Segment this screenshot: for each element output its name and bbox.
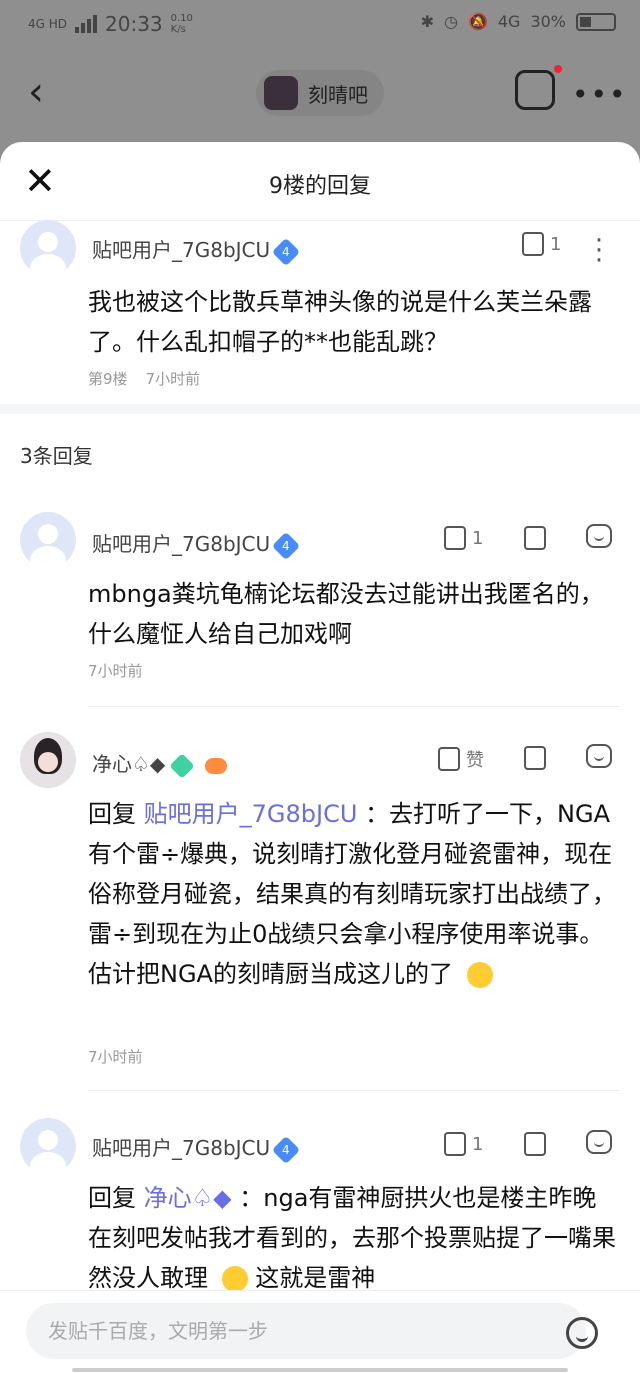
comment-icon xyxy=(586,524,612,548)
thumb-down-icon xyxy=(524,746,546,770)
mute-icon: 🔕 xyxy=(467,12,488,31)
post-meta: 第9楼 7小时前 xyxy=(88,368,200,389)
post-content: 我也被这个比散兵草神头像的说是什么芙兰朵露了。什么乱扣帽子的**也能乱跳？ xyxy=(88,288,592,356)
thumb-up-icon xyxy=(444,1132,466,1156)
sheet-header: ✕ 9楼的回复 xyxy=(0,142,640,221)
chevron-left-icon: ‹ xyxy=(28,69,44,115)
like-count: 1 xyxy=(472,1133,484,1155)
compose-button[interactable] xyxy=(515,65,562,110)
dislike-button[interactable] xyxy=(524,746,546,770)
section-divider xyxy=(0,404,640,414)
thumb-down-icon xyxy=(524,526,546,550)
reply-target-link[interactable]: 贴吧用户_7G8bJCU xyxy=(144,800,358,828)
reply-content: 回复 净心♤◆ ：nga有雷神厨拱火也是楼主昨晚在刻吧发帖我才看到的，去那个投票… xyxy=(88,1178,618,1298)
gem-icon xyxy=(169,752,196,779)
reply-text: ：去打听了一下，NGA有个雷÷爆典，说刻晴打激化登月碰瓷雷神，现在俗称登月碰瓷，… xyxy=(88,800,616,988)
avatar[interactable] xyxy=(20,732,76,788)
forum-name: 刻晴吧 xyxy=(308,82,368,107)
reply-prefix: 回复 xyxy=(88,800,136,828)
home-indicator xyxy=(72,1368,568,1372)
dislike-button[interactable] xyxy=(524,526,546,550)
username-text: 贴吧用户_7G8bJCU xyxy=(92,1136,271,1160)
comment-icon xyxy=(586,1130,612,1154)
comment-input[interactable]: 发贴千百度，文明第一步 xyxy=(26,1303,586,1359)
level-text: 4 xyxy=(282,1142,290,1157)
floor-label: 第9楼 xyxy=(88,370,128,388)
reply-content: mbnga粪坑龟楠论坛都没去过能讲出我匿名的，什么魔怔人给自己加戏啊 xyxy=(88,580,604,648)
level-badge: 4 xyxy=(272,237,301,266)
more-button[interactable]: ••• xyxy=(572,78,628,111)
level-badge: 4 xyxy=(272,1135,301,1164)
username-text: 贴吧用户_7G8bJCU xyxy=(92,238,271,262)
thumb-up-icon xyxy=(438,747,460,771)
divider xyxy=(88,1090,620,1091)
username-text: 净心♤◆ xyxy=(92,752,166,776)
sheet-title: 9楼的回复 xyxy=(269,174,371,199)
reply-time: 7小时前 xyxy=(88,1048,143,1066)
avatar[interactable] xyxy=(20,1118,76,1174)
thumb-down-icon xyxy=(524,1132,546,1156)
speed-label: 0.10 K/s xyxy=(170,13,193,35)
emoji-icon xyxy=(466,962,493,988)
level-badge: 4 xyxy=(272,531,301,560)
reply-prefix: 回复 xyxy=(88,1184,136,1212)
network-type: 4G xyxy=(497,12,521,31)
more-vertical-icon[interactable]: · · · xyxy=(594,228,604,274)
level-text: 4 xyxy=(282,244,290,259)
divider xyxy=(88,706,620,707)
replies-count: 3条回复 xyxy=(20,444,93,468)
username[interactable]: 贴吧用户_7G8bJCU 4 xyxy=(92,1132,301,1164)
like-button[interactable]: 1 xyxy=(522,232,561,256)
reply-text-tail: 这就是雷神 xyxy=(255,1264,376,1292)
comment-icon xyxy=(586,744,612,768)
notification-dot xyxy=(554,65,562,73)
post-time: 7小时前 xyxy=(145,370,201,388)
username[interactable]: 贴吧用户_7G8bJCU 4 xyxy=(92,234,301,266)
reply-sheet: ✕ 9楼的回复 贴吧用户_7G8bJCU 4 1 · · · 我也被这个比散兵草神头像… xyxy=(0,142,640,1372)
bluetooth-icon: ✱ xyxy=(420,12,434,31)
reply-time: 7小时前 xyxy=(88,662,143,680)
like-count: 1 xyxy=(472,527,484,549)
forum-pill[interactable]: 刻晴吧 xyxy=(256,70,384,116)
signal-icon xyxy=(75,15,98,33)
battery-percent: 30% xyxy=(530,12,566,31)
username[interactable]: 贴吧用户_7G8bJCU 4 xyxy=(92,528,301,560)
emoji-icon xyxy=(221,1266,248,1292)
thumb-up-icon xyxy=(444,526,466,550)
like-count: 1 xyxy=(550,233,562,255)
emoji-button[interactable] xyxy=(566,1317,598,1349)
clock: 20:33 xyxy=(105,12,163,36)
network-label: 4G HD xyxy=(28,17,68,31)
back-button[interactable]: ‹ xyxy=(28,72,44,112)
reply-button[interactable] xyxy=(586,744,612,768)
battery-icon xyxy=(576,12,616,31)
thumb-up-icon xyxy=(522,232,544,256)
reply-target-link[interactable]: 净心♤◆ xyxy=(144,1184,232,1212)
top-bar: ‹ 刻晴吧 ••• xyxy=(0,50,640,140)
like-button[interactable]: 1 xyxy=(444,1132,483,1156)
reply-content: 回复 贴吧用户_7G8bJCU ：去打听了一下，NGA有个雷÷爆典，说刻晴打激化… xyxy=(88,794,618,994)
username-text: 贴吧用户_7G8bJCU xyxy=(92,532,271,556)
reply-button[interactable] xyxy=(586,524,612,548)
status-bar: 4G HD 20:33 0.10 K/s ✱ ◷ 🔕 4G 30% xyxy=(0,0,640,50)
level-text: 4 xyxy=(282,538,290,553)
like-button[interactable]: 1 xyxy=(444,526,483,550)
username[interactable]: 净心♤◆ xyxy=(92,748,228,779)
avatar[interactable] xyxy=(20,512,76,568)
dislike-button[interactable] xyxy=(524,1132,546,1156)
avatar[interactable] xyxy=(20,220,76,276)
reply-button[interactable] xyxy=(586,1130,612,1154)
game-icon xyxy=(205,757,228,774)
forum-avatar xyxy=(264,76,298,110)
like-button[interactable]: 赞 xyxy=(438,746,484,772)
alarm-icon: ◷ xyxy=(443,12,458,31)
like-label: 赞 xyxy=(466,750,484,771)
comment-input-bar: 发贴千百度，文明第一步 xyxy=(0,1290,640,1373)
